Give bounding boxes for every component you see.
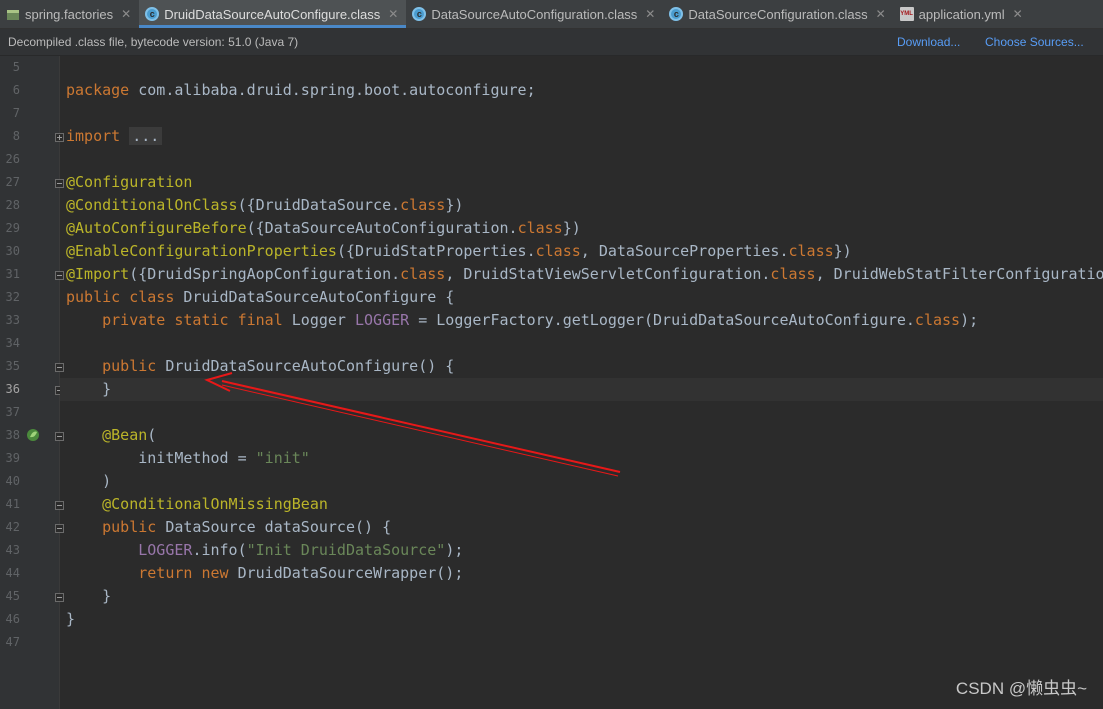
- red-annotation-arrow: [204, 372, 621, 477]
- csdn-watermark: CSDN @懒虫虫~: [955, 679, 1087, 698]
